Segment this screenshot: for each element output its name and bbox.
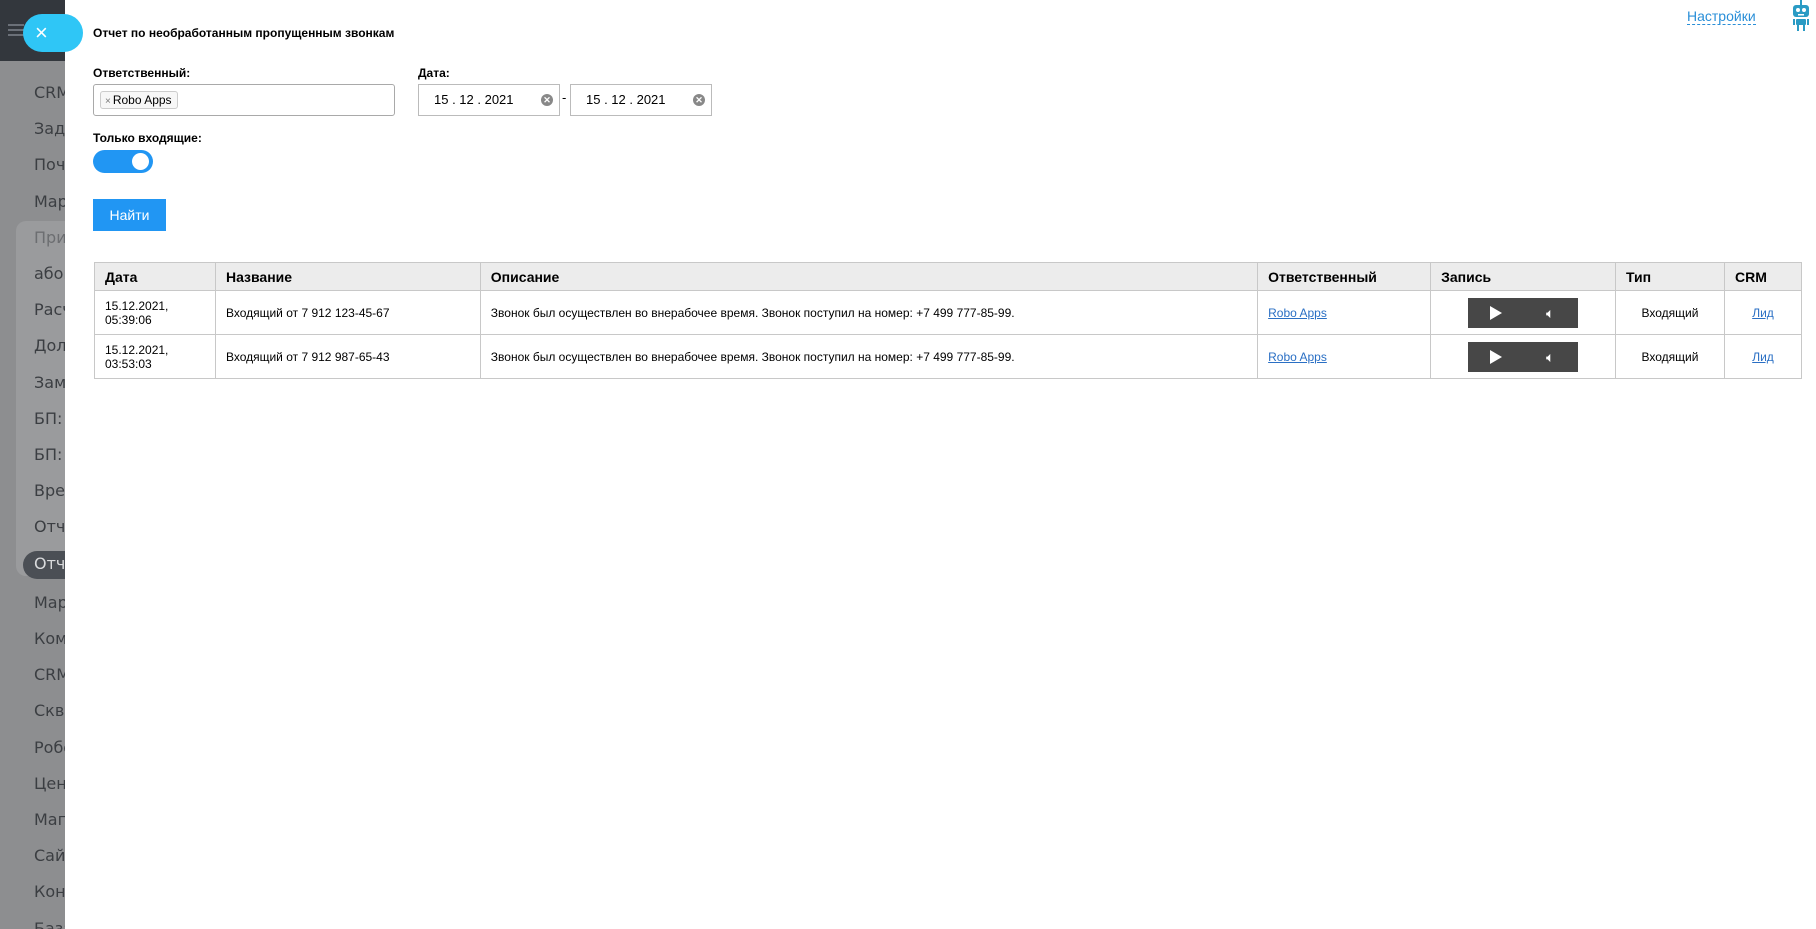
toggle-knob: [132, 153, 149, 170]
responsible-label: Ответственный:: [93, 66, 191, 80]
cell-crm: Лид: [1723, 334, 1803, 379]
volume-icon[interactable]: 🔈︎: [1546, 305, 1554, 321]
col-name: Название: [214, 262, 481, 291]
play-icon[interactable]: [1490, 349, 1503, 364]
clear-date-from-icon[interactable]: ✕: [541, 94, 553, 106]
cell-description: Звонок был осуществлен во внерабочее вре…: [479, 290, 1259, 335]
audio-player[interactable]: 🔈︎: [1468, 341, 1579, 372]
cell-responsible: Robo Apps: [1257, 334, 1432, 379]
time-value: 05:39:06: [105, 312, 152, 327]
audio-player[interactable]: 🔈︎: [1468, 297, 1579, 328]
date-value: 15.12.2021,: [105, 342, 169, 357]
sidebar-item[interactable]: Заме: [34, 373, 65, 392]
col-responsible: Ответственный: [1257, 262, 1432, 291]
sidebar: CRM Зада Почт Мар При абон Расч Долг Заме БП: С БП…: [0, 0, 65, 929]
responsible-link[interactable]: Robo Apps: [1268, 350, 1327, 364]
chip-remove-icon[interactable]: ×: [105, 96, 111, 107]
incoming-only-label: Только входящие:: [93, 131, 202, 145]
sidebar-item[interactable]: Отче: [34, 517, 65, 536]
sidebar-item[interactable]: CRM: [34, 83, 65, 102]
date-to-input[interactable]: 15 . 12 . 2021 ✕: [570, 84, 712, 116]
page-title: Отчет по необработанным пропущенным звон…: [93, 26, 395, 40]
sidebar-item[interactable]: БП: З: [34, 445, 65, 464]
close-icon: ×: [35, 20, 48, 45]
menu-icon[interactable]: [8, 24, 24, 36]
sidebar-item[interactable]: Мар: [34, 593, 65, 612]
report-panel: Отчет по необработанным пропущенным звон…: [65, 0, 1816, 929]
sidebar-item[interactable]: Зада: [34, 119, 65, 138]
cell-record: 🔈︎: [1430, 290, 1617, 335]
incoming-only-toggle[interactable]: [93, 150, 153, 173]
date-separator: -: [562, 90, 567, 105]
clear-date-to-icon[interactable]: ✕: [693, 94, 705, 106]
sidebar-item[interactable]: Врем: [34, 481, 65, 500]
cell-date: 15.12.2021, 03:53:03: [94, 334, 216, 379]
robot-icon: [1793, 0, 1809, 31]
col-record: Запись: [1430, 262, 1617, 291]
sidebar-item[interactable]: Робо: [34, 738, 65, 757]
sidebar-item[interactable]: Почт: [34, 155, 65, 174]
col-date: Дата: [94, 262, 216, 291]
calls-table: Дата Название Описание Ответственный Зап…: [94, 262, 1803, 379]
time-value: 03:53:03: [105, 356, 152, 371]
cell-name: Входящий от 7 912 987-65-43: [214, 334, 481, 379]
volume-icon[interactable]: 🔈︎: [1546, 349, 1554, 365]
responsible-chip: × Robo Apps: [100, 91, 178, 109]
responsible-link[interactable]: Robo Apps: [1268, 306, 1327, 320]
table-header-row: Дата Название Описание Ответственный Зап…: [94, 262, 1803, 291]
settings-link[interactable]: Настройки: [1687, 8, 1756, 25]
date-value: 15.12.2021,: [105, 298, 169, 313]
crm-link[interactable]: Лид: [1752, 306, 1774, 320]
col-description: Описание: [479, 262, 1259, 291]
responsible-input[interactable]: × Robo Apps: [93, 84, 395, 116]
cell-description: Звонок был осуществлен во внерабочее вре…: [479, 334, 1259, 379]
sidebar-item[interactable]: Цент: [34, 774, 65, 793]
sidebar-item[interactable]: Конт: [34, 882, 65, 901]
date-to-value: 15 . 12 . 2021: [586, 92, 666, 107]
sidebar-item[interactable]: Мар: [34, 192, 65, 211]
cell-crm: Лид: [1723, 290, 1803, 335]
cell-type: Входящий: [1615, 334, 1725, 379]
cell-responsible: Robo Apps: [1257, 290, 1432, 335]
sidebar-item[interactable]: Сайт: [34, 846, 65, 865]
sidebar-item[interactable]: CRM: [34, 665, 65, 684]
table-row: 15.12.2021, 05:39:06 Входящий от 7 912 123…: [94, 290, 1803, 335]
sidebar-item[interactable]: БП: С: [34, 409, 65, 428]
cell-record: 🔈︎: [1430, 334, 1617, 379]
sidebar-item[interactable]: Мага: [34, 810, 65, 829]
date-from-value: 15 . 12 . 2021: [434, 92, 514, 107]
sidebar-item[interactable]: Отче: [34, 554, 65, 573]
chip-label: Robo Apps: [112, 93, 172, 107]
sidebar-item[interactable]: Расч: [34, 300, 65, 319]
sidebar-item[interactable]: Ком: [34, 629, 65, 648]
sidebar-item[interactable]: База: [34, 919, 65, 929]
col-type: Тип: [1615, 262, 1725, 291]
sidebar-item[interactable]: При: [34, 228, 65, 247]
sidebar-item[interactable]: абон: [34, 264, 65, 283]
crm-link[interactable]: Лид: [1752, 350, 1774, 364]
cell-type: Входящий: [1615, 290, 1725, 335]
col-crm: CRM: [1723, 262, 1803, 291]
cell-date: 15.12.2021, 05:39:06: [94, 290, 216, 335]
date-from-input[interactable]: 15 . 12 . 2021 ✕: [418, 84, 560, 116]
sidebar-item[interactable]: Долг: [34, 336, 65, 355]
date-label: Дата:: [418, 66, 450, 80]
find-button[interactable]: Найти: [93, 199, 166, 231]
sidebar-item[interactable]: Скво: [34, 701, 65, 720]
close-panel-button[interactable]: ×: [23, 14, 83, 52]
table-row: 15.12.2021, 03:53:03 Входящий от 7 912 987…: [94, 334, 1803, 379]
play-icon[interactable]: [1490, 305, 1503, 320]
cell-name: Входящий от 7 912 123-45-67: [214, 290, 481, 335]
